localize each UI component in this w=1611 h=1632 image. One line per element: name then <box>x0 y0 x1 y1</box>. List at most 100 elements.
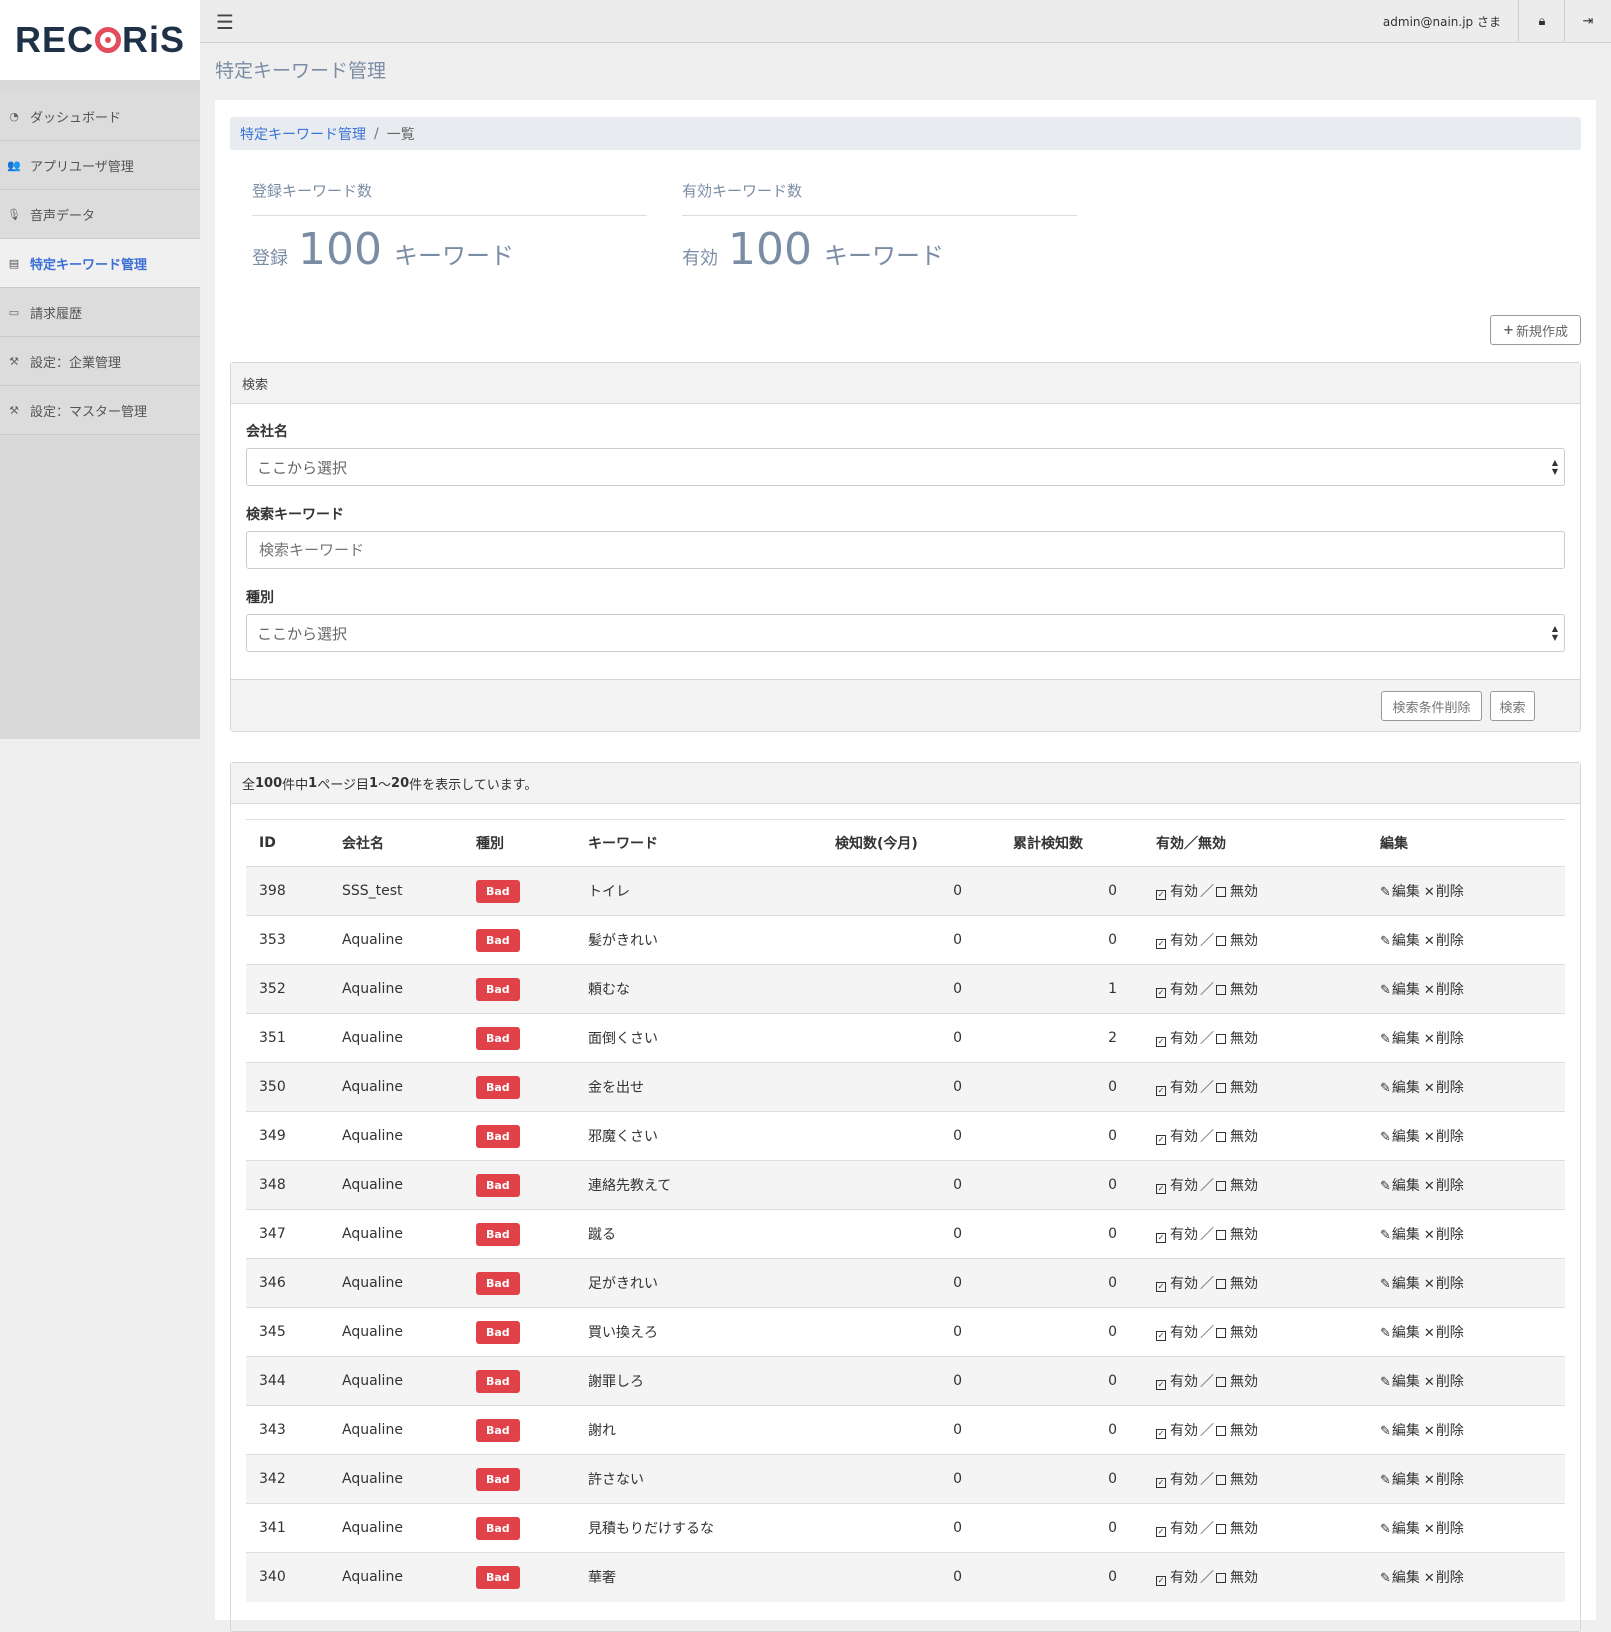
lock-button[interactable]: 🔒︎ <box>1518 0 1565 42</box>
hamburger-menu-icon[interactable]: ☰ <box>216 10 234 34</box>
disable-toggle[interactable]: 無効 <box>1216 1129 1258 1145</box>
delete-button[interactable]: ✕削除 <box>1424 1276 1464 1292</box>
edit-button[interactable]: ✎編集 <box>1380 1472 1420 1488</box>
sidebar-item-2[interactable]: 🎙 音声データ <box>0 190 200 239</box>
pencil-icon: ✎ <box>1380 1228 1391 1243</box>
cell-actions: ✎編集 ✕削除 <box>1350 1357 1565 1406</box>
disable-toggle[interactable]: 無効 <box>1216 1227 1258 1243</box>
checked-box-icon: ✓ <box>1156 1135 1166 1145</box>
table-row: 350 Aqualine Bad 金を出せ 0 0 ✓ 有効／ 無効 ✎編集 ✕削除 <box>246 1062 1565 1112</box>
delete-button[interactable]: ✕削除 <box>1424 1178 1464 1194</box>
enable-toggle[interactable]: ✓ 有効 <box>1156 1178 1198 1194</box>
sidebar-item-3[interactable]: ▤ 特定キーワード管理 <box>0 239 200 288</box>
delete-label: 削除 <box>1435 1521 1464 1537</box>
disable-label: 無効 <box>1230 1080 1258 1096</box>
sidebar-item-0[interactable]: ◔ ダッシュボード <box>0 92 200 141</box>
delete-button[interactable]: ✕削除 <box>1424 1227 1464 1243</box>
table-row: 398 SSS_test Bad トイレ 0 0 ✓ 有効／ 無効 ✎編集 ✕削除 <box>246 866 1565 916</box>
new-keyword-button[interactable]: + 新規作成 <box>1490 315 1581 345</box>
enable-toggle[interactable]: ✓ 有効 <box>1156 1276 1198 1292</box>
enable-toggle[interactable]: ✓ 有効 <box>1156 933 1198 949</box>
disable-toggle[interactable]: 無効 <box>1216 1080 1258 1096</box>
disable-toggle[interactable]: 無効 <box>1216 1325 1258 1341</box>
edit-button[interactable]: ✎編集 <box>1380 1423 1420 1439</box>
disable-toggle[interactable]: 無効 <box>1216 1472 1258 1488</box>
logout-button[interactable]: ⇥ <box>1564 0 1611 42</box>
disable-toggle[interactable]: 無効 <box>1216 884 1258 900</box>
disable-toggle[interactable]: 無効 <box>1216 933 1258 949</box>
edit-button[interactable]: ✎編集 <box>1380 1276 1420 1292</box>
enable-toggle[interactable]: ✓ 有効 <box>1156 982 1198 998</box>
enable-toggle[interactable]: ✓ 有効 <box>1156 1325 1198 1341</box>
type-select[interactable]: ここから選択 ▲ ▼ <box>246 614 1565 652</box>
delete-button[interactable]: ✕削除 <box>1424 1521 1464 1537</box>
status-separator: ／ <box>1200 1325 1214 1341</box>
close-icon: ✕ <box>1423 1326 1435 1341</box>
disable-toggle[interactable]: 無効 <box>1216 982 1258 998</box>
delete-button[interactable]: ✕削除 <box>1424 884 1464 900</box>
edit-button[interactable]: ✎編集 <box>1380 1570 1420 1586</box>
cell-keyword: 足がきれい <box>588 1276 658 1292</box>
disable-toggle[interactable]: 無効 <box>1216 1276 1258 1292</box>
edit-button[interactable]: ✎編集 <box>1380 884 1420 900</box>
delete-button[interactable]: ✕削除 <box>1424 982 1464 998</box>
delete-button[interactable]: ✕削除 <box>1424 933 1464 949</box>
cell-total-count: 0 <box>1108 1079 1117 1095</box>
wrench-icon: ⚒ <box>9 403 19 417</box>
edit-button[interactable]: ✎編集 <box>1380 1374 1420 1390</box>
sidebar-item-1[interactable]: 👥 アプリユーザ管理 <box>0 141 200 190</box>
edit-button[interactable]: ✎編集 <box>1380 1080 1420 1096</box>
pencil-icon: ✎ <box>1380 1571 1391 1587</box>
delete-button[interactable]: ✕削除 <box>1424 1374 1464 1390</box>
enable-toggle[interactable]: ✓ 有効 <box>1156 1521 1198 1537</box>
enable-toggle[interactable]: ✓ 有効 <box>1156 1374 1198 1390</box>
edit-button[interactable]: ✎編集 <box>1380 1227 1420 1243</box>
edit-button[interactable]: ✎編集 <box>1380 933 1420 949</box>
sidebar-item-5[interactable]: ⚒ 設定：企業管理 <box>0 337 200 386</box>
unchecked-box-icon <box>1216 1132 1226 1142</box>
enable-toggle[interactable]: ✓ 有効 <box>1156 1227 1198 1243</box>
table-row: 348 Aqualine Bad 連絡先教えて 0 0 ✓ 有効／ 無効 ✎編集 ✕削除 <box>246 1160 1565 1210</box>
delete-button[interactable]: ✕削除 <box>1424 1129 1464 1145</box>
enable-toggle[interactable]: ✓ 有効 <box>1156 884 1198 900</box>
edit-button[interactable]: ✎編集 <box>1380 1325 1420 1341</box>
edit-button[interactable]: ✎編集 <box>1380 1178 1420 1194</box>
edit-button[interactable]: ✎編集 <box>1380 982 1420 998</box>
enable-label: 有効 <box>1170 1227 1198 1243</box>
delete-button[interactable]: ✕削除 <box>1424 1080 1464 1096</box>
company-select[interactable]: ここから選択 ▲ ▼ <box>246 448 1565 486</box>
delete-button[interactable]: ✕削除 <box>1424 1031 1464 1047</box>
enable-toggle[interactable]: ✓ 有効 <box>1156 1129 1198 1145</box>
disable-toggle[interactable]: 無効 <box>1216 1423 1258 1439</box>
delete-button[interactable]: ✕削除 <box>1424 1570 1464 1586</box>
cell-total-count: 0 <box>1108 1226 1117 1242</box>
sidebar-item-6[interactable]: ⚒ 設定：マスター管理 <box>0 386 200 435</box>
disable-toggle[interactable]: 無効 <box>1216 1521 1258 1537</box>
disable-toggle[interactable]: 無効 <box>1216 1374 1258 1390</box>
keyword-search-input[interactable] <box>246 531 1565 569</box>
enable-toggle[interactable]: ✓ 有効 <box>1156 1570 1198 1587</box>
enable-toggle[interactable]: ✓ 有効 <box>1156 1031 1198 1047</box>
sidebar-item-4[interactable]: ▭ 請求履歴 <box>0 288 200 337</box>
delete-button[interactable]: ✕削除 <box>1424 1472 1464 1488</box>
cell-month-count: 0 <box>953 1079 962 1095</box>
search-button[interactable]: 検索 <box>1490 691 1535 721</box>
delete-button[interactable]: ✕削除 <box>1424 1325 1464 1341</box>
enable-toggle[interactable]: ✓ 有効 <box>1156 1080 1198 1096</box>
breadcrumb-link[interactable]: 特定キーワード管理 <box>240 124 366 144</box>
disable-toggle[interactable]: 無効 <box>1216 1570 1258 1586</box>
recoris-logo[interactable]: REC RiS <box>15 19 185 61</box>
edit-button[interactable]: ✎編集 <box>1380 1031 1420 1047</box>
enable-toggle[interactable]: ✓ 有効 <box>1156 1472 1198 1488</box>
cell-actions: ✎編集 ✕削除 <box>1350 1308 1565 1357</box>
disable-toggle[interactable]: 無効 <box>1216 1178 1258 1194</box>
unchecked-box-icon <box>1216 936 1226 946</box>
disable-toggle[interactable]: 無効 <box>1216 1031 1258 1047</box>
delete-button[interactable]: ✕削除 <box>1424 1423 1464 1439</box>
edit-button[interactable]: ✎編集 <box>1380 1129 1420 1145</box>
enable-toggle[interactable]: ✓ 有効 <box>1156 1423 1198 1439</box>
clear-search-button[interactable]: 検索条件削除 <box>1381 691 1482 721</box>
cell-keyword: 蹴る <box>588 1227 616 1243</box>
edit-button[interactable]: ✎編集 <box>1380 1521 1420 1537</box>
unchecked-box-icon <box>1216 1426 1226 1436</box>
